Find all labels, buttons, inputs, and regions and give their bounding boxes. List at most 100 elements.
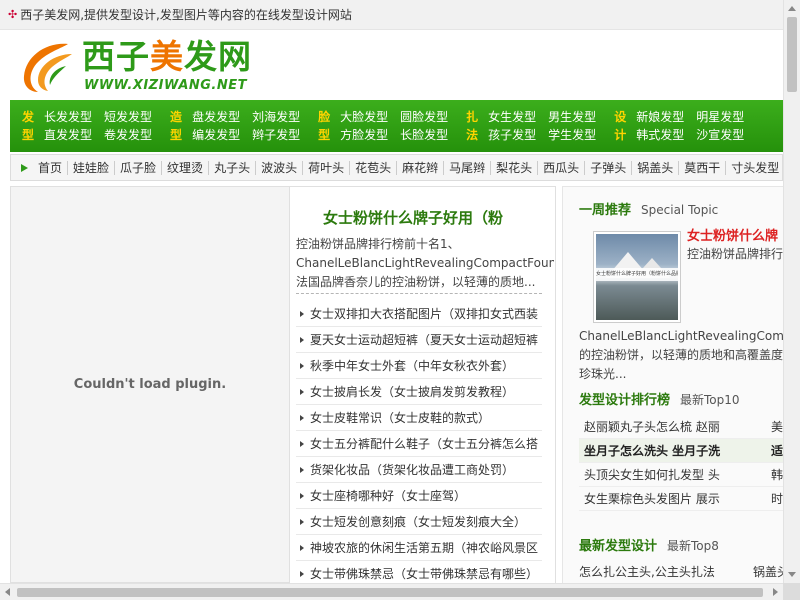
- list-item[interactable]: 女士披肩长发（女士披肩发剪发教程）: [296, 379, 542, 405]
- tag-nav: 首页 娃娃脸 瓜子脸 纹理烫 丸子头 波波头 荷叶头 花苞头 麻花辫 马尾辫 梨…: [10, 154, 783, 181]
- nav-link[interactable]: 直发发型: [44, 126, 92, 144]
- nav-link[interactable]: 短发发型: [104, 108, 152, 126]
- featured-thumbnail[interactable]: 女士粉饼什么牌子好用（粉饼什么品牌好用）: [593, 231, 681, 323]
- logo-text: 西子美发网: [82, 37, 252, 76]
- list-item[interactable]: 怎么扎公主头,公主头扎法 锅盖头: [579, 563, 783, 580]
- category-nav: 发型 长发发型 短发发型 直发发型 卷发发型 造型 盘发发型 刘海发型 编发发型…: [10, 100, 783, 152]
- nav-link[interactable]: 方脸发型: [340, 126, 388, 144]
- nav-group-label: 造型: [170, 110, 183, 142]
- nav-link[interactable]: 沙宣发型: [696, 126, 744, 144]
- list-item[interactable]: 女士五分裤配什么鞋子（女士五分裤怎么搭: [296, 431, 542, 457]
- rank-header: 发型设计排行榜 最新Top10: [579, 389, 740, 408]
- featured-summary: 控油粉饼品牌排行榜前十名1、 ChanelLeBlancLightReveali…: [296, 237, 554, 289]
- nav-group-label: 设计: [614, 110, 627, 142]
- vertical-scroll-thumb[interactable]: [787, 17, 797, 92]
- tag-link[interactable]: 花苞头: [350, 160, 398, 175]
- nav-group-tying: 扎法 女生发型 男生发型 孩子发型 学生发型: [466, 108, 596, 144]
- bullet-icon: [300, 440, 304, 447]
- list-item[interactable]: 货架化妆品（货架化妆品遭工商处罚）: [296, 457, 542, 483]
- section-subtitle: 最新Top10: [680, 393, 740, 407]
- bullet-icon: [300, 362, 304, 369]
- scrollbar-corner: [783, 583, 800, 600]
- horizontal-scroll-thumb[interactable]: [17, 588, 763, 597]
- nav-link[interactable]: 卷发发型: [104, 126, 152, 144]
- bullet-icon: [300, 414, 304, 421]
- scroll-up-arrow-icon[interactable]: [788, 6, 796, 11]
- nav-group-styling: 造型 盘发发型 刘海发型 编发发型 辫子发型: [170, 108, 300, 144]
- list-item[interactable]: 神坡农旅的休闲生活第五期（神农峪风景区: [296, 535, 542, 561]
- tag-link[interactable]: 寸头发型: [726, 161, 782, 175]
- nav-link[interactable]: 大脸发型: [340, 108, 388, 126]
- star-icon: ✣: [8, 8, 18, 21]
- tag-link[interactable]: 纹理烫: [162, 160, 210, 175]
- featured-headline[interactable]: 女士粉饼什么牌子好用（粉: [323, 207, 555, 228]
- nav-link[interactable]: 圆脸发型: [400, 108, 448, 126]
- tag-link[interactable]: 西瓜头: [538, 160, 586, 175]
- nav-link[interactable]: 孩子发型: [488, 126, 536, 144]
- tag-link[interactable]: 锅盖头: [632, 160, 680, 175]
- featured-column: 女士粉饼什么牌子好用（粉 控油粉饼品牌排行榜前十名1、 ChanelLeBlan…: [290, 186, 556, 583]
- tag-link[interactable]: 瓜子脸: [115, 160, 163, 175]
- list-item[interactable]: 头顶尖女生如何扎发型 头韩: [579, 463, 783, 487]
- featured-description: ChanelLeBlancLightRevealingCompactF 的控油粉…: [579, 329, 783, 381]
- tag-link[interactable]: 莫西干: [679, 160, 727, 175]
- news-list: 女士双排扣大衣搭配图片（双排扣女式西装 夏天女士运动超短裤（夏天女士运动超短裤 …: [296, 301, 542, 583]
- mountain-image: 女士粉饼什么牌子好用（粉饼什么品牌好用）: [596, 234, 678, 320]
- tag-link[interactable]: 麻花辫: [397, 160, 445, 175]
- nav-link[interactable]: 刘海发型: [252, 108, 300, 126]
- list-item[interactable]: 秋季中年女士外套（中年女秋衣外套）: [296, 353, 542, 379]
- list-item[interactable]: 女士皮鞋常识（女士皮鞋的款式）: [296, 405, 542, 431]
- nav-group-face: 脸型 大脸发型 圆脸发型 方脸发型 长脸发型: [318, 108, 448, 144]
- list-item[interactable]: 女士座椅哪种好（女士座驾）: [296, 483, 542, 509]
- bullet-icon: [300, 336, 304, 343]
- nav-link[interactable]: 明星发型: [696, 108, 744, 126]
- tag-link[interactable]: 子弹头: [585, 160, 633, 175]
- list-item[interactable]: 坐月子怎么洗头 坐月子洗适: [579, 439, 783, 463]
- tag-link[interactable]: 荷叶头: [303, 160, 351, 175]
- nav-link[interactable]: 男生发型: [548, 108, 596, 126]
- tag-link[interactable]: 梨花头: [491, 160, 539, 175]
- list-item[interactable]: 女士短发创意刻痕（女士短发刻痕大全）: [296, 509, 542, 535]
- tag-link[interactable]: 娃娃脸: [68, 160, 116, 175]
- vertical-scrollbar[interactable]: [783, 0, 800, 583]
- bullet-icon: [300, 466, 304, 473]
- list-item[interactable]: 女士带佛珠禁忌（女士带佛珠禁忌有哪些）: [296, 561, 542, 583]
- bullet-icon: [300, 518, 304, 525]
- section-subtitle: Special Topic: [641, 203, 719, 217]
- nav-link[interactable]: 长发发型: [44, 108, 92, 126]
- scroll-right-arrow-icon[interactable]: [773, 588, 778, 596]
- nav-link[interactable]: 长脸发型: [400, 126, 448, 144]
- tag-link[interactable]: 波波头: [256, 160, 304, 175]
- nav-group-label: 扎法: [466, 110, 479, 142]
- bullet-icon: [300, 492, 304, 499]
- sidebar: 一周推荐 Special Topic 女士粉饼什么牌子好用（粉饼什么品牌好用） …: [562, 186, 783, 583]
- tag-link[interactable]: 丸子头: [209, 160, 257, 175]
- list-item[interactable]: 女生栗棕色头发图片 展示时: [579, 487, 783, 511]
- logo-area[interactable]: 西子美发网 WWW.XIZIWANG.NET: [0, 30, 783, 100]
- scroll-down-arrow-icon[interactable]: [788, 572, 796, 577]
- plugin-placeholder[interactable]: Couldn't load plugin.: [10, 186, 290, 583]
- nav-link[interactable]: 盘发发型: [192, 108, 240, 126]
- divider: [296, 293, 542, 294]
- list-item[interactable]: 女士双排扣大衣搭配图片（双排扣女式西装: [296, 301, 542, 327]
- nav-link[interactable]: 新娘发型: [636, 108, 684, 126]
- plugin-error-message: Couldn't load plugin.: [73, 377, 227, 392]
- featured-snippet: 控油粉饼品牌排行: [687, 247, 783, 261]
- featured-title-link[interactable]: 女士粉饼什么牌: [687, 225, 783, 244]
- scroll-left-arrow-icon[interactable]: [5, 588, 10, 596]
- list-item[interactable]: 夏天女士运动超短裤（夏天女士运动超短裤: [296, 327, 542, 353]
- nav-group-label: 脸型: [318, 110, 331, 142]
- latest-header: 最新发型设计 最新Top8: [579, 535, 719, 554]
- horizontal-scrollbar[interactable]: [0, 583, 783, 600]
- nav-link[interactable]: 辫子发型: [252, 126, 300, 144]
- nav-link[interactable]: 学生发型: [548, 126, 596, 144]
- tag-link[interactable]: 马尾辫: [444, 160, 492, 175]
- bullet-icon: [300, 544, 304, 551]
- list-item[interactable]: 赵丽颖丸子头怎么梳 赵丽美: [579, 415, 783, 439]
- nav-link[interactable]: 编发发型: [192, 126, 240, 144]
- nav-link[interactable]: 韩式发型: [636, 126, 684, 144]
- section-title: 最新发型设计: [579, 539, 658, 554]
- tag-link[interactable]: 首页: [33, 160, 69, 175]
- nav-link[interactable]: 女生发型: [488, 108, 536, 126]
- thumbnail-caption: 女士粉饼什么牌子好用（粉饼什么品牌好用）: [596, 268, 678, 281]
